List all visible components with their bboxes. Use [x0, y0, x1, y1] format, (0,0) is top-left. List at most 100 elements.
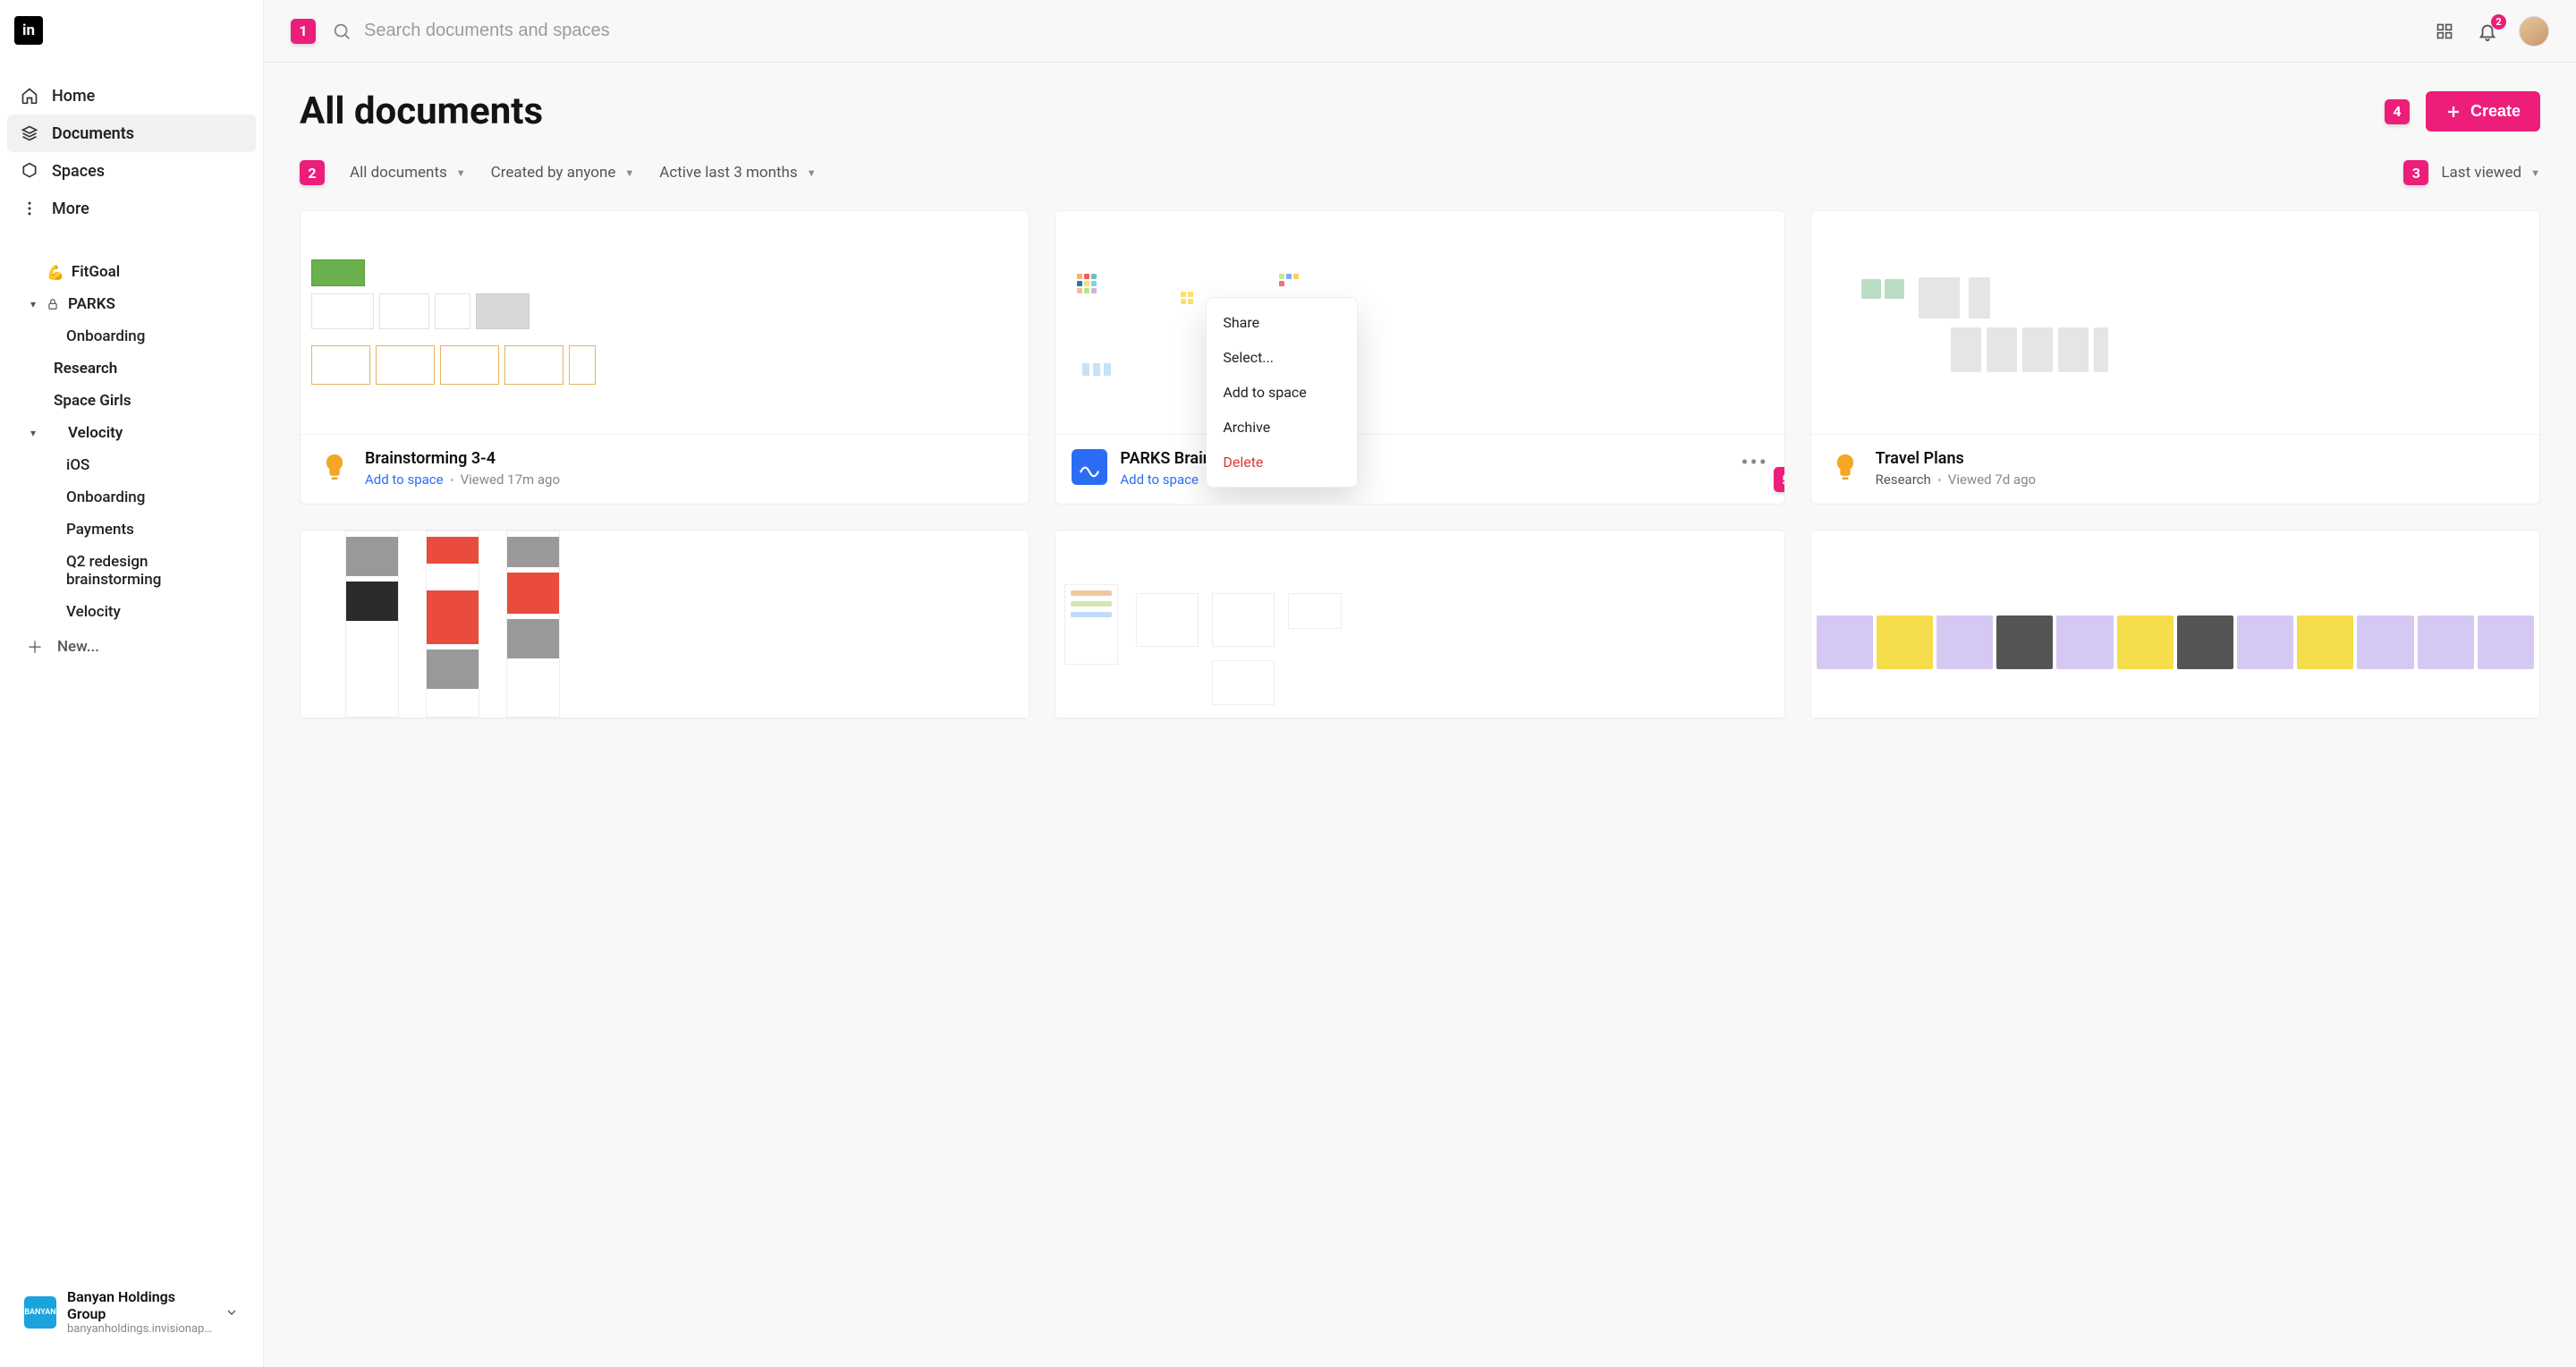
nav-spaces[interactable]: Spaces — [7, 152, 256, 190]
chevron-down-icon[interactable]: ▾ — [27, 427, 39, 439]
space-new[interactable]: ＋ New... — [7, 628, 256, 666]
topbar-actions: 2 — [2433, 16, 2549, 47]
annotation-badge-2: 2 — [300, 160, 325, 185]
workspace-logo: BANYAN — [24, 1296, 56, 1329]
space-label: Velocity — [68, 424, 123, 442]
space-label: New... — [57, 638, 99, 656]
documents-grid: Brainstorming 3-4 Add to space Viewed 17… — [300, 210, 2540, 719]
space-label: Payments — [66, 521, 134, 539]
sort-label: Last viewed — [2441, 164, 2521, 182]
space-parks-onboarding[interactable]: Onboarding — [7, 320, 256, 352]
chevron-down-icon — [225, 1305, 239, 1320]
workspace-switcher[interactable]: BANYAN Banyan Holdings Group banyanholdi… — [13, 1278, 250, 1346]
document-thumbnail — [1055, 211, 1784, 435]
filter-label: All documents — [350, 164, 447, 182]
space-fitgoal[interactable]: 💪 FitGoal — [7, 256, 256, 288]
document-meta: PARKS Brainstorming Add to space Viewed … — [1055, 435, 1784, 504]
nav-documents[interactable]: Documents — [7, 115, 256, 152]
space-research[interactable]: Research — [7, 352, 256, 385]
document-type-icon — [1827, 449, 1863, 485]
filter-activity[interactable]: Active last 3 months ▼ — [659, 164, 816, 182]
add-to-space-link[interactable]: Add to space — [1120, 471, 1199, 488]
document-title: Travel Plans — [1876, 449, 2523, 468]
menu-delete[interactable]: Delete — [1207, 445, 1357, 480]
document-card[interactable] — [300, 530, 1030, 719]
document-card[interactable]: PARKS Brainstorming Add to space Viewed … — [1055, 210, 1784, 505]
search-input[interactable] — [364, 21, 2417, 41]
space-velocity-q2[interactable]: Q2 redesign brainstorming — [7, 546, 256, 596]
menu-share[interactable]: Share — [1207, 305, 1357, 340]
main: 1 2 All documents — [264, 0, 2576, 1367]
document-thumbnail — [1055, 531, 1784, 718]
space-label: iOS — [66, 456, 89, 474]
workspace-text: Banyan Holdings Group banyanholdings.inv… — [67, 1288, 214, 1336]
space-velocity[interactable]: ▾ Velocity — [7, 417, 256, 449]
create-button[interactable]: Create — [2426, 91, 2540, 132]
filter-type[interactable]: All documents ▼ — [350, 164, 466, 182]
menu-select[interactable]: Select... — [1207, 340, 1357, 375]
workspace-name: Banyan Holdings Group — [67, 1288, 214, 1322]
grid-view-button[interactable] — [2433, 20, 2456, 43]
plus-icon — [2445, 104, 2462, 120]
topbar: 1 2 — [264, 0, 2576, 63]
chevron-down-icon: ▼ — [624, 167, 634, 179]
workspace-subdomain: banyanholdings.invisionapp.c... — [67, 1322, 214, 1336]
documents-icon — [20, 123, 39, 143]
document-card[interactable]: Travel Plans Research Viewed 7d ago — [1810, 210, 2540, 505]
app-logo[interactable]: in — [14, 16, 43, 45]
page-title: All documents — [300, 89, 543, 133]
grid-icon — [2436, 22, 2453, 40]
space-label: Research — [54, 360, 117, 378]
space-label: FitGoal — [72, 263, 120, 281]
space-label: Onboarding — [66, 327, 145, 345]
space-velocity-onboarding[interactable]: Onboarding — [7, 481, 256, 514]
sort-control[interactable]: Last viewed ▼ — [2441, 164, 2540, 182]
chevron-down-icon: ▼ — [807, 167, 817, 179]
nav-home[interactable]: Home — [7, 77, 256, 115]
document-card[interactable]: Brainstorming 3-4 Add to space Viewed 17… — [300, 210, 1030, 505]
nav-more[interactable]: More — [7, 190, 256, 227]
user-avatar[interactable] — [2519, 16, 2549, 47]
card-context-menu: Share Select... Add to space Archive Del… — [1206, 297, 1358, 488]
space-velocity-payments[interactable]: Payments — [7, 514, 256, 546]
search-icon — [332, 21, 352, 41]
space-parks[interactable]: ▾ PARKS — [7, 288, 256, 320]
search-wrap — [332, 21, 2417, 41]
space-label: Research — [1876, 471, 1931, 488]
document-card[interactable] — [1055, 530, 1784, 719]
annotation-badge-3: 3 — [2403, 160, 2428, 185]
menu-add-to-space[interactable]: Add to space — [1207, 375, 1357, 410]
space-label: Velocity — [66, 603, 121, 621]
chevron-down-icon[interactable]: ▾ — [27, 298, 39, 310]
space-space-girls[interactable]: Space Girls — [7, 385, 256, 417]
annotation-badge-4: 4 — [2385, 99, 2410, 124]
more-vertical-icon — [20, 199, 39, 218]
nav-label: More — [52, 200, 89, 218]
card-actions-button[interactable]: ••• — [1741, 449, 1768, 476]
nav-label: Documents — [52, 124, 134, 143]
document-viewed: Viewed 17m ago — [461, 471, 560, 488]
space-velocity-ios[interactable]: iOS — [7, 449, 256, 481]
add-to-space-link[interactable]: Add to space — [365, 471, 444, 488]
filter-label: Created by anyone — [491, 164, 616, 182]
filters-row: 2 All documents ▼ Created by anyone ▼ Ac… — [300, 160, 2540, 185]
document-card[interactable] — [1810, 530, 2540, 719]
annotation-badge-1: 1 — [291, 19, 316, 44]
space-velocity-velocity[interactable]: Velocity — [7, 596, 256, 628]
document-subtitle: Add to space Viewed 17m ago — [365, 471, 1013, 488]
emoji-icon: 💪 — [47, 264, 64, 281]
logo-wrap: in — [0, 0, 263, 50]
create-label: Create — [2470, 102, 2521, 121]
document-thumbnail — [1811, 531, 2539, 718]
notification-count-badge: 2 — [2491, 14, 2506, 30]
menu-archive[interactable]: Archive — [1207, 410, 1357, 445]
page-header: All documents 4 Create — [300, 89, 2540, 133]
annotation-badge-5: 5 — [1774, 467, 1785, 492]
document-meta-text: Travel Plans Research Viewed 7d ago — [1876, 449, 2523, 488]
sort-group: 3 Last viewed ▼ — [2403, 160, 2540, 185]
plus-icon: ＋ — [27, 635, 45, 658]
content: All documents 4 Create 2 All documents ▼… — [264, 63, 2576, 1367]
notifications-button[interactable]: 2 — [2476, 20, 2499, 43]
document-viewed: Viewed 7d ago — [1948, 471, 2036, 488]
filter-owner[interactable]: Created by anyone ▼ — [491, 164, 635, 182]
